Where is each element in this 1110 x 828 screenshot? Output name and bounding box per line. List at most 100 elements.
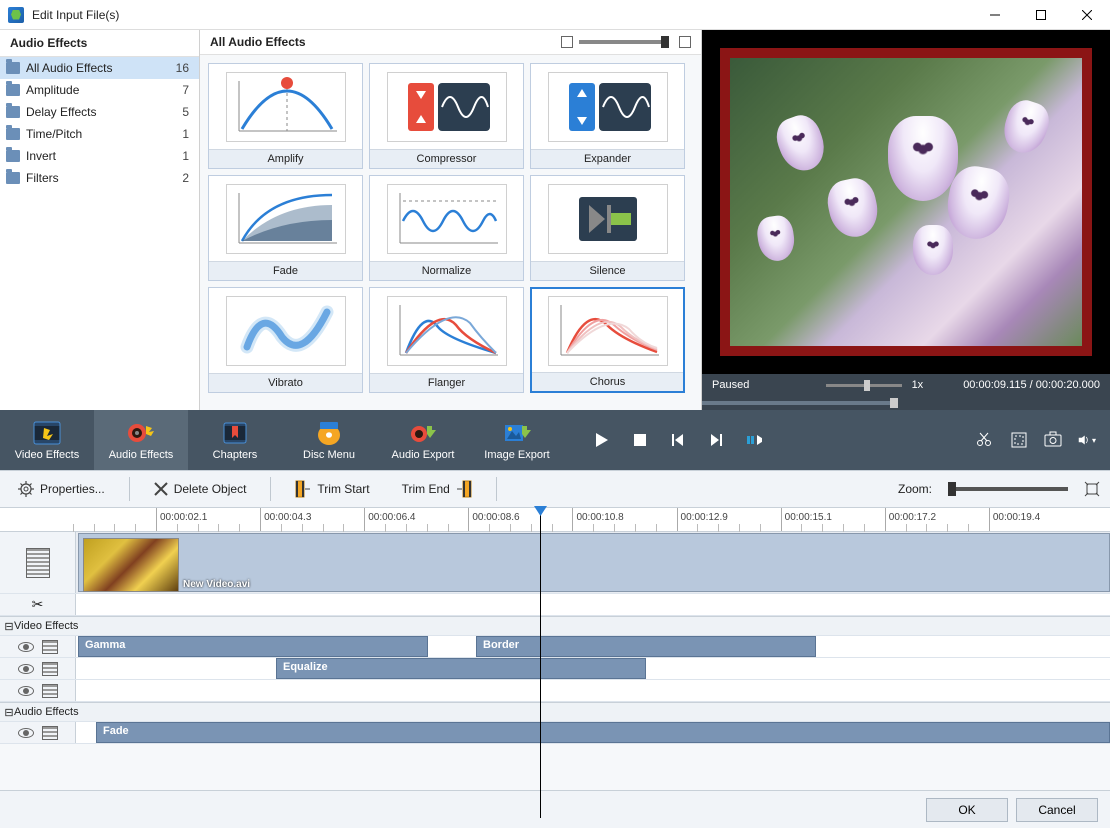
snapshot-icon[interactable] (1044, 431, 1062, 449)
playback-status: Paused (712, 379, 749, 391)
prev-frame-button[interactable] (670, 432, 686, 448)
effect-silence[interactable]: Silence (530, 175, 685, 281)
folder-icon (6, 128, 20, 140)
scrub-bar[interactable] (702, 396, 1110, 410)
fx-clip-fade[interactable]: Fade (96, 722, 1110, 743)
volume-icon[interactable]: ▾ (1078, 431, 1096, 449)
sidebar-item-all-audio-effects[interactable]: All Audio Effects16 (0, 57, 199, 79)
ruler-tick: 00:00:12.9 (677, 508, 681, 531)
fx-clip-gamma[interactable]: Gamma (78, 636, 428, 657)
playback-options-button[interactable] (746, 432, 762, 448)
trim-end-button[interactable]: Trim End (394, 476, 480, 502)
maximize-button[interactable] (1018, 0, 1064, 30)
cut-track[interactable]: ✂ (0, 594, 1110, 616)
properties-button[interactable]: Properties... (10, 477, 113, 501)
tab-audio-export[interactable]: Audio Export (376, 410, 470, 470)
sidebar-item-filters[interactable]: Filters2 (0, 167, 199, 189)
speed-slider[interactable] (826, 384, 902, 387)
effect-compressor[interactable]: Compressor (369, 63, 524, 169)
eye-icon[interactable] (18, 728, 34, 738)
video-fx-track-3[interactable] (0, 680, 1110, 702)
video-fx-track-1[interactable]: Gamma Border (0, 636, 1110, 658)
folder-icon (6, 62, 20, 74)
effects-panel: All Audio Effects AmplifyCompressorExpan… (200, 30, 702, 410)
effects-category-sidebar: Audio Effects All Audio Effects16Amplitu… (0, 30, 200, 410)
main-toolbar: Video EffectsAudio EffectsChaptersDisc M… (0, 410, 1110, 470)
film-icon (42, 640, 58, 654)
trim-start-icon (295, 480, 311, 498)
sidebar-item-invert[interactable]: Invert1 (0, 145, 199, 167)
ruler-tick: 00:00:15.1 (781, 508, 785, 531)
fx-clip-equalize[interactable]: Equalize (276, 658, 646, 679)
effects-header-title: All Audio Effects (210, 35, 306, 49)
ruler-tick: 00:00:19.4 (989, 508, 993, 531)
view-grid-icon[interactable] (679, 36, 691, 48)
gear-icon (18, 481, 34, 497)
zoom-slider[interactable] (948, 487, 1068, 491)
clip-label: New Video.avi (183, 579, 250, 590)
tab-audio-effects[interactable]: Audio Effects (94, 410, 188, 470)
playhead[interactable] (540, 508, 541, 818)
eye-icon[interactable] (18, 686, 34, 696)
dialog-button-bar: OK Cancel (0, 790, 1110, 828)
preview-video[interactable] (712, 40, 1100, 364)
sidebar-item-delay-effects[interactable]: Delay Effects5 (0, 101, 199, 123)
video-effects-group-header[interactable]: ⊟Video Effects (0, 616, 1110, 636)
scissors-icon: ✂ (32, 596, 44, 613)
trim-end-icon (456, 480, 472, 498)
video-fx-track-2[interactable]: Equalize (0, 658, 1110, 680)
window-title: Edit Input File(s) (32, 8, 972, 22)
folder-icon (6, 84, 20, 96)
tab-disc-menu[interactable]: Disc Menu (282, 410, 376, 470)
ok-button[interactable]: OK (926, 798, 1008, 822)
cut-icon[interactable] (976, 431, 994, 449)
minimize-button[interactable] (972, 0, 1018, 30)
crop-icon[interactable] (1010, 431, 1028, 449)
tab-chapters[interactable]: Chapters (188, 410, 282, 470)
sidebar-item-amplitude[interactable]: Amplitude7 (0, 79, 199, 101)
thumbnail-size-slider[interactable] (579, 40, 669, 44)
fit-zoom-icon[interactable] (1084, 481, 1100, 497)
effect-chorus[interactable]: Chorus (530, 287, 685, 393)
next-frame-button[interactable] (708, 432, 724, 448)
audio-fx-track-1[interactable]: Fade (0, 722, 1110, 744)
film-icon (42, 726, 58, 740)
timeline: 00:00:02.100:00:04.300:00:06.400:00:08.6… (0, 508, 1110, 808)
ruler-tick: 00:00:17.2 (885, 508, 889, 531)
effect-vibrato[interactable]: Vibrato (208, 287, 363, 393)
effect-normalize[interactable]: Normalize (369, 175, 524, 281)
trim-start-button[interactable]: Trim Start (287, 476, 377, 502)
eye-icon[interactable] (18, 664, 34, 674)
fx-clip-border[interactable]: Border (476, 636, 816, 657)
folder-icon (6, 150, 20, 162)
play-button[interactable] (594, 432, 610, 448)
stop-button[interactable] (632, 432, 648, 448)
audio-effects-group-header[interactable]: ⊟Audio Effects (0, 702, 1110, 722)
tab-video-effects[interactable]: Video Effects (0, 410, 94, 470)
title-bar: Edit Input File(s) (0, 0, 1110, 30)
film-icon (42, 662, 58, 676)
effect-fade[interactable]: Fade (208, 175, 363, 281)
sidebar-item-time-pitch[interactable]: Time/Pitch1 (0, 123, 199, 145)
delete-object-button[interactable]: Delete Object (146, 478, 255, 500)
ruler-tick: 00:00:08.6 (468, 508, 472, 531)
ruler-tick: 00:00:06.4 (364, 508, 368, 531)
video-clip-thumbnail[interactable] (83, 538, 179, 592)
view-single-icon[interactable] (561, 36, 573, 48)
app-icon (8, 7, 24, 23)
close-button[interactable] (1064, 0, 1110, 30)
film-icon (26, 548, 50, 578)
folder-icon (6, 172, 20, 184)
time-display: 00:00:09.115 / 00:00:20.000 (963, 379, 1100, 391)
speed-label: 1x (912, 379, 924, 391)
folder-icon (6, 106, 20, 118)
effect-flanger[interactable]: Flanger (369, 287, 524, 393)
effect-amplify[interactable]: Amplify (208, 63, 363, 169)
cancel-button[interactable]: Cancel (1016, 798, 1098, 822)
film-icon (42, 684, 58, 698)
effect-expander[interactable]: Expander (530, 63, 685, 169)
tab-image-export[interactable]: Image Export (470, 410, 564, 470)
time-ruler[interactable]: 00:00:02.100:00:04.300:00:06.400:00:08.6… (0, 508, 1110, 532)
eye-icon[interactable] (18, 642, 34, 652)
video-track[interactable]: New Video.avi (0, 532, 1110, 594)
